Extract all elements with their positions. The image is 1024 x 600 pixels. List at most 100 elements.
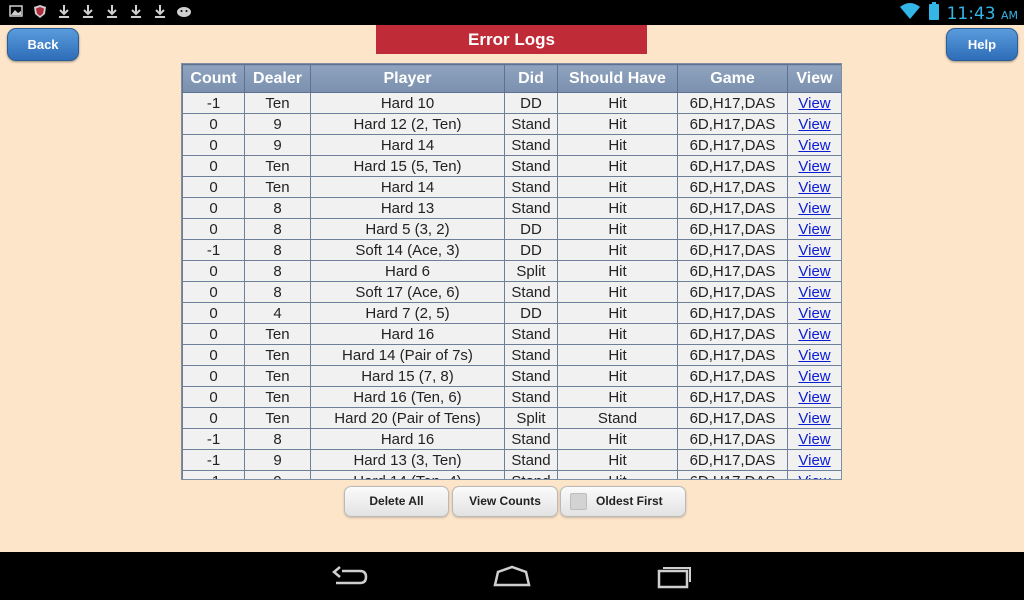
- battery-icon: [928, 2, 939, 25]
- table-row: 0 8 Hard 6 Split Hit 6D,H17,DAS View: [182, 260, 841, 282]
- column-header-did: Did: [504, 64, 558, 93]
- cell-player: Hard 14: [310, 176, 505, 198]
- cell-game: 6D,H17,DAS: [677, 239, 788, 261]
- oldest-first-checkbox[interactable]: [570, 493, 587, 510]
- oldest-first-toggle[interactable]: Oldest First: [560, 486, 686, 517]
- table-row: -1 9 Hard 13 (3, Ten) Stand Hit 6D,H17,DAS Vie…: [182, 449, 841, 471]
- cell-game: 6D,H17,DAS: [677, 281, 788, 303]
- table-row: 0 8 Soft 17 (Ace, 6) Stand Hit 6D,H17,DAS View: [182, 281, 841, 303]
- delete-all-button[interactable]: Delete All: [344, 486, 449, 517]
- table-row: -19Hard 14 (Ten, 4)StandHit6D,H17,DASVie…: [182, 470, 841, 479]
- cell-dealer: 8: [244, 281, 311, 303]
- cell-game: 6D,H17,DAS: [677, 344, 788, 366]
- view-link[interactable]: View: [787, 428, 841, 450]
- cell-game: 6D,H17,DAS: [677, 365, 788, 387]
- cell-did: Stand: [504, 449, 558, 471]
- cell-did: Stand: [504, 281, 558, 303]
- cell-player: Hard 6: [310, 260, 505, 282]
- view-link[interactable]: View: [787, 449, 841, 471]
- view-link[interactable]: View: [787, 470, 841, 479]
- view-link[interactable]: View: [787, 176, 841, 198]
- help-button[interactable]: Help: [946, 28, 1018, 61]
- view-link[interactable]: View: [787, 113, 841, 135]
- back-button[interactable]: Back: [7, 28, 79, 61]
- cell-game: 6D,H17,DAS: [677, 197, 788, 219]
- cell-player: Hard 13: [310, 197, 505, 219]
- cell-player: Hard 13 (3, Ten): [310, 449, 505, 471]
- view-link[interactable]: View: [787, 386, 841, 408]
- clock-ampm: AM: [1000, 8, 1018, 22]
- view-link[interactable]: View: [787, 323, 841, 345]
- cell-game: 6D,H17,DAS: [677, 92, 788, 114]
- view-link[interactable]: View: [787, 197, 841, 219]
- view-link[interactable]: View: [787, 239, 841, 261]
- shield-icon: [32, 4, 48, 20]
- home-nav-icon[interactable]: [490, 562, 534, 590]
- cell-count: -1: [182, 449, 245, 471]
- view-link[interactable]: View: [787, 218, 841, 240]
- cell-game: 6D,H17,DAS: [677, 323, 788, 345]
- cell-did: Stand: [504, 428, 558, 450]
- cell-dealer: 8: [244, 239, 311, 261]
- clock: 11:43 AM: [947, 4, 1018, 24]
- cell-dealer: Ten: [244, 407, 311, 429]
- table-row: 0 Ten Hard 15 (7, 8) Stand Hit 6D,H17,DAS View: [182, 365, 841, 387]
- cell-count: 0: [182, 281, 245, 303]
- cell-game: 6D,H17,DAS: [677, 176, 788, 198]
- table-row: 0 4 Hard 7 (2, 5) DD Hit 6D,H17,DAS View: [182, 302, 841, 324]
- cell-did: DD: [504, 92, 558, 114]
- download-icon: [128, 4, 144, 20]
- cell-count: 0: [182, 302, 245, 324]
- cell-did: Split: [504, 407, 558, 429]
- cell-did: Stand: [504, 155, 558, 177]
- cell-game: 6D,H17,DAS: [677, 449, 788, 471]
- column-header-dealer: Dealer: [244, 64, 311, 93]
- cell-should-have: Stand: [557, 407, 678, 429]
- cell-dealer: 9: [244, 470, 311, 479]
- table-row: 0 Ten Hard 16 Stand Hit 6D,H17,DAS View: [182, 323, 841, 345]
- view-link[interactable]: View: [787, 365, 841, 387]
- view-link[interactable]: View: [787, 92, 841, 114]
- view-link[interactable]: View: [787, 344, 841, 366]
- cell-did: Stand: [504, 323, 558, 345]
- cell-player: Hard 5 (3, 2): [310, 218, 505, 240]
- cell-count: 0: [182, 386, 245, 408]
- table-row: -1 Ten Hard 10 DD Hit 6D,H17,DAS View: [182, 92, 841, 114]
- cell-game: 6D,H17,DAS: [677, 386, 788, 408]
- cell-did: Stand: [504, 176, 558, 198]
- cell-count: 0: [182, 134, 245, 156]
- cell-did: Stand: [504, 386, 558, 408]
- view-link[interactable]: View: [787, 302, 841, 324]
- cell-player: Soft 17 (Ace, 6): [310, 281, 505, 303]
- cell-should-have: Hit: [557, 176, 678, 198]
- cell-player: Hard 10: [310, 92, 505, 114]
- back-nav-icon[interactable]: [328, 562, 372, 590]
- cell-should-have: Hit: [557, 344, 678, 366]
- cell-dealer: Ten: [244, 92, 311, 114]
- cell-count: 0: [182, 323, 245, 345]
- view-link[interactable]: View: [787, 155, 841, 177]
- cell-did: Stand: [504, 134, 558, 156]
- view-counts-button[interactable]: View Counts: [452, 486, 558, 517]
- app-content: Back Error Logs Help Count Dealer Player Di…: [0, 25, 1024, 552]
- download-icon: [104, 4, 120, 20]
- cell-game: 6D,H17,DAS: [677, 218, 788, 240]
- table-row: -1 8 Hard 16 Stand Hit 6D,H17,DAS View: [182, 428, 841, 450]
- cell-should-have: Hit: [557, 428, 678, 450]
- cell-player: Hard 15 (7, 8): [310, 365, 505, 387]
- view-link[interactable]: View: [787, 134, 841, 156]
- view-link[interactable]: View: [787, 407, 841, 429]
- cell-player: Hard 16: [310, 323, 505, 345]
- cell-dealer: Ten: [244, 386, 311, 408]
- cell-should-have: Hit: [557, 302, 678, 324]
- error-log-table-container[interactable]: Count Dealer Player Did Should Have Game View …: [181, 63, 842, 480]
- cell-player: Soft 14 (Ace, 3): [310, 239, 505, 261]
- column-header-player: Player: [310, 64, 505, 93]
- view-link[interactable]: View: [787, 260, 841, 282]
- view-link[interactable]: View: [787, 281, 841, 303]
- notification-icons: [8, 4, 192, 20]
- cell-should-have: Hit: [557, 260, 678, 282]
- recents-nav-icon[interactable]: [652, 562, 696, 590]
- cell-did: Split: [504, 260, 558, 282]
- cell-game: 6D,H17,DAS: [677, 302, 788, 324]
